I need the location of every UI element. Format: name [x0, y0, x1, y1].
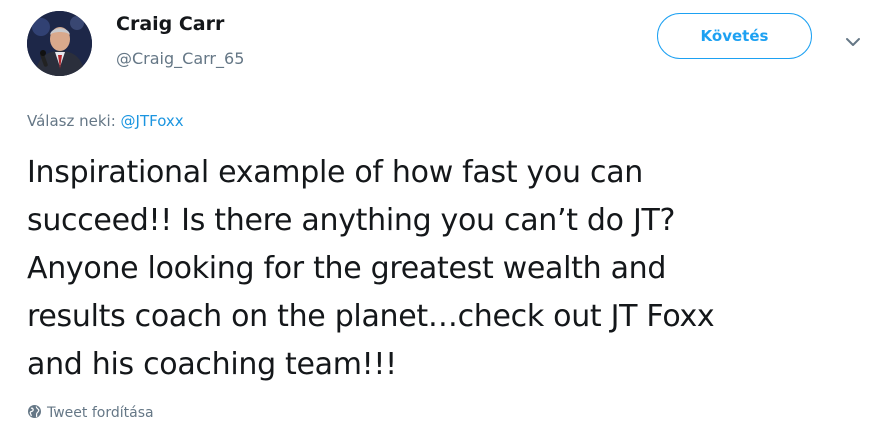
- chevron-down-icon[interactable]: [839, 28, 867, 56]
- screen-name[interactable]: @Craig_Carr_65: [116, 47, 244, 71]
- display-name[interactable]: Craig Carr: [116, 11, 244, 37]
- reply-context: Válasz neki: @JTFoxx: [27, 111, 184, 131]
- avatar[interactable]: [27, 11, 92, 76]
- avatar-photo: [27, 11, 92, 76]
- globe-icon: [27, 404, 42, 419]
- reply-prefix: Válasz neki:: [27, 112, 116, 130]
- reply-mention-link[interactable]: @JTFoxx: [121, 112, 184, 130]
- tweet-text: Inspirational example of how fast you ca…: [27, 155, 715, 382]
- follow-button[interactable]: Követés: [657, 13, 812, 59]
- user-info: Craig Carr @Craig_Carr_65: [116, 11, 244, 71]
- tweet-card: Craig Carr @Craig_Carr_65 Követés Válasz…: [0, 0, 886, 433]
- translate-tweet-link[interactable]: Tweet fordítása: [27, 404, 154, 422]
- translate-label: Tweet fordítása: [47, 405, 154, 421]
